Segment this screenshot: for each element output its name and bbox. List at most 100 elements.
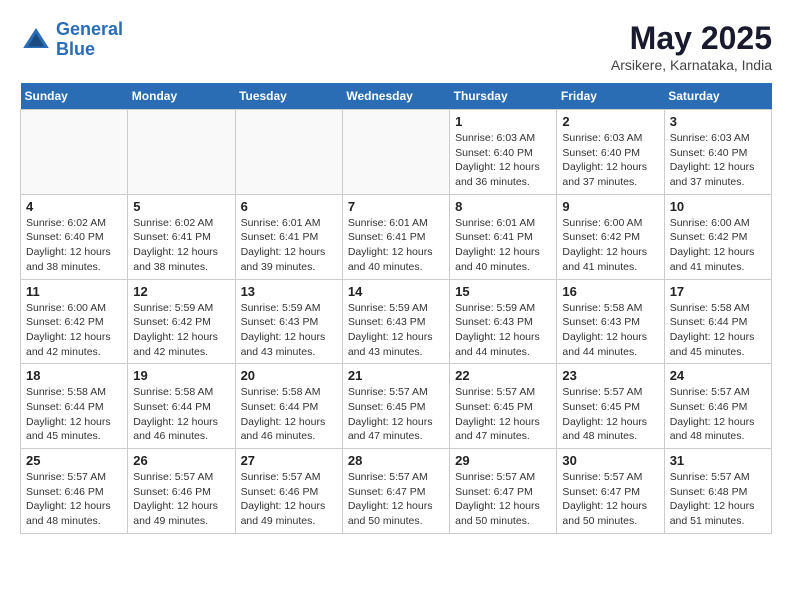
calendar-cell: 11Sunrise: 6:00 AM Sunset: 6:42 PM Dayli…: [21, 279, 128, 364]
day-number: 12: [133, 284, 229, 299]
day-info: Sunrise: 6:03 AM Sunset: 6:40 PM Dayligh…: [455, 131, 551, 190]
day-info: Sunrise: 5:57 AM Sunset: 6:47 PM Dayligh…: [455, 470, 551, 529]
day-info: Sunrise: 5:58 AM Sunset: 6:44 PM Dayligh…: [26, 385, 122, 444]
calendar-cell: 10 Sunrise: 6:00 AM Sunset: 6:42 PM Dayli…: [664, 194, 771, 279]
calendar-cell: 9Sunrise: 6:00 AM Sunset: 6:42 PM Daylig…: [557, 194, 664, 279]
day-info: Sunrise: 5:57 AM Sunset: 6:45 PM Dayligh…: [562, 385, 658, 444]
day-number: 2: [562, 114, 658, 129]
calendar-cell: 29 Sunrise: 5:57 AM Sunset: 6:47 PM Dayli…: [450, 449, 557, 534]
day-number: 11: [26, 284, 122, 299]
day-info: Sunrise: 6:03 AM Sunset: 6:40 PM Dayligh…: [670, 131, 766, 190]
day-info: Sunrise: 6:01 AM Sunset: 6:41 PM Dayligh…: [241, 216, 337, 275]
calendar-cell: 17Sunrise: 5:58 AM Sunset: 6:44 PM Dayli…: [664, 279, 771, 364]
calendar-cell: 2 Sunrise: 6:03 AM Sunset: 6:40 PM Daylig…: [557, 110, 664, 195]
weekday-header-row: SundayMondayTuesdayWednesdayThursdayFrid…: [21, 83, 772, 110]
day-number: 10: [670, 199, 766, 214]
day-number: 5: [133, 199, 229, 214]
calendar-cell: 21Sunrise: 5:57 AM Sunset: 6:45 PM Dayli…: [342, 364, 449, 449]
day-info: Sunrise: 5:57 AM Sunset: 6:46 PM Dayligh…: [133, 470, 229, 529]
day-info: Sunrise: 5:57 AM Sunset: 6:45 PM Dayligh…: [455, 385, 551, 444]
calendar-table: SundayMondayTuesdayWednesdayThursdayFrid…: [20, 83, 772, 534]
day-info: Sunrise: 5:57 AM Sunset: 6:46 PM Dayligh…: [670, 385, 766, 444]
day-info: Sunrise: 6:02 AM Sunset: 6:40 PM Dayligh…: [26, 216, 122, 275]
calendar-week-row: 18 Sunrise: 5:58 AM Sunset: 6:44 PM Dayli…: [21, 364, 772, 449]
day-info: Sunrise: 5:57 AM Sunset: 6:48 PM Dayligh…: [670, 470, 766, 529]
calendar-cell: 15 Sunrise: 5:59 AM Sunset: 6:43 PM Dayli…: [450, 279, 557, 364]
calendar-cell: [128, 110, 235, 195]
logo-text: General Blue: [56, 20, 123, 60]
day-info: Sunrise: 5:57 AM Sunset: 6:46 PM Dayligh…: [241, 470, 337, 529]
day-number: 27: [241, 453, 337, 468]
day-info: Sunrise: 5:59 AM Sunset: 6:43 PM Dayligh…: [455, 301, 551, 360]
calendar-cell: 24 Sunrise: 5:57 AM Sunset: 6:46 PM Dayli…: [664, 364, 771, 449]
calendar-cell: [21, 110, 128, 195]
day-info: Sunrise: 6:01 AM Sunset: 6:41 PM Dayligh…: [455, 216, 551, 275]
logo: General Blue: [20, 20, 123, 60]
calendar-cell: [235, 110, 342, 195]
weekday-header-friday: Friday: [557, 83, 664, 110]
day-number: 31: [670, 453, 766, 468]
day-info: Sunrise: 5:58 AM Sunset: 6:43 PM Dayligh…: [562, 301, 658, 360]
day-number: 20: [241, 368, 337, 383]
calendar-week-row: 4Sunrise: 6:02 AM Sunset: 6:40 PM Daylig…: [21, 194, 772, 279]
calendar-week-row: 11Sunrise: 6:00 AM Sunset: 6:42 PM Dayli…: [21, 279, 772, 364]
calendar-cell: 3Sunrise: 6:03 AM Sunset: 6:40 PM Daylig…: [664, 110, 771, 195]
day-info: Sunrise: 5:58 AM Sunset: 6:44 PM Dayligh…: [670, 301, 766, 360]
weekday-header-sunday: Sunday: [21, 83, 128, 110]
page-header: General Blue May 2025 Arsikere, Karnatak…: [20, 20, 772, 73]
day-info: Sunrise: 5:58 AM Sunset: 6:44 PM Dayligh…: [241, 385, 337, 444]
day-number: 8: [455, 199, 551, 214]
day-number: 29: [455, 453, 551, 468]
calendar-week-row: 25 Sunrise: 5:57 AM Sunset: 6:46 PM Dayli…: [21, 449, 772, 534]
day-info: Sunrise: 6:03 AM Sunset: 6:40 PM Dayligh…: [562, 131, 658, 190]
logo-line1: General: [56, 19, 123, 39]
day-number: 7: [348, 199, 444, 214]
calendar-cell: 4Sunrise: 6:02 AM Sunset: 6:40 PM Daylig…: [21, 194, 128, 279]
calendar-cell: 12Sunrise: 5:59 AM Sunset: 6:42 PM Dayli…: [128, 279, 235, 364]
weekday-header-wednesday: Wednesday: [342, 83, 449, 110]
weekday-header-thursday: Thursday: [450, 83, 557, 110]
calendar-cell: 6 Sunrise: 6:01 AM Sunset: 6:41 PM Daylig…: [235, 194, 342, 279]
calendar-cell: 19 Sunrise: 5:58 AM Sunset: 6:44 PM Dayli…: [128, 364, 235, 449]
day-info: Sunrise: 5:57 AM Sunset: 6:47 PM Dayligh…: [562, 470, 658, 529]
day-number: 18: [26, 368, 122, 383]
day-number: 6: [241, 199, 337, 214]
day-number: 25: [26, 453, 122, 468]
day-info: Sunrise: 5:57 AM Sunset: 6:47 PM Dayligh…: [348, 470, 444, 529]
day-info: Sunrise: 5:59 AM Sunset: 6:43 PM Dayligh…: [241, 301, 337, 360]
day-info: Sunrise: 5:58 AM Sunset: 6:44 PM Dayligh…: [133, 385, 229, 444]
month-title: May 2025: [611, 20, 772, 57]
day-number: 26: [133, 453, 229, 468]
calendar-cell: 26 Sunrise: 5:57 AM Sunset: 6:46 PM Dayli…: [128, 449, 235, 534]
weekday-header-saturday: Saturday: [664, 83, 771, 110]
weekday-header-tuesday: Tuesday: [235, 83, 342, 110]
day-info: Sunrise: 6:00 AM Sunset: 6:42 PM Dayligh…: [670, 216, 766, 275]
day-number: 1: [455, 114, 551, 129]
day-info: Sunrise: 5:59 AM Sunset: 6:43 PM Dayligh…: [348, 301, 444, 360]
day-number: 15: [455, 284, 551, 299]
calendar-cell: 25 Sunrise: 5:57 AM Sunset: 6:46 PM Dayli…: [21, 449, 128, 534]
day-number: 19: [133, 368, 229, 383]
logo-line2: Blue: [56, 39, 95, 59]
day-number: 23: [562, 368, 658, 383]
calendar-cell: 31 Sunrise: 5:57 AM Sunset: 6:48 PM Dayli…: [664, 449, 771, 534]
day-info: Sunrise: 5:57 AM Sunset: 6:46 PM Dayligh…: [26, 470, 122, 529]
day-number: 24: [670, 368, 766, 383]
day-info: Sunrise: 6:02 AM Sunset: 6:41 PM Dayligh…: [133, 216, 229, 275]
calendar-cell: 22Sunrise: 5:57 AM Sunset: 6:45 PM Dayli…: [450, 364, 557, 449]
title-block: May 2025 Arsikere, Karnataka, India: [611, 20, 772, 73]
calendar-week-row: 1 Sunrise: 6:03 AM Sunset: 6:40 PM Daylig…: [21, 110, 772, 195]
day-info: Sunrise: 6:00 AM Sunset: 6:42 PM Dayligh…: [562, 216, 658, 275]
logo-icon: [20, 24, 52, 56]
calendar-cell: 28Sunrise: 5:57 AM Sunset: 6:47 PM Dayli…: [342, 449, 449, 534]
weekday-header-monday: Monday: [128, 83, 235, 110]
calendar-cell: 14Sunrise: 5:59 AM Sunset: 6:43 PM Dayli…: [342, 279, 449, 364]
calendar-cell: 5 Sunrise: 6:02 AM Sunset: 6:41 PM Daylig…: [128, 194, 235, 279]
day-number: 21: [348, 368, 444, 383]
calendar-cell: 16Sunrise: 5:58 AM Sunset: 6:43 PM Dayli…: [557, 279, 664, 364]
day-number: 13: [241, 284, 337, 299]
day-info: Sunrise: 6:01 AM Sunset: 6:41 PM Dayligh…: [348, 216, 444, 275]
calendar-cell: 20 Sunrise: 5:58 AM Sunset: 6:44 PM Dayli…: [235, 364, 342, 449]
calendar-cell: 18 Sunrise: 5:58 AM Sunset: 6:44 PM Dayli…: [21, 364, 128, 449]
calendar-cell: 27 Sunrise: 5:57 AM Sunset: 6:46 PM Dayli…: [235, 449, 342, 534]
